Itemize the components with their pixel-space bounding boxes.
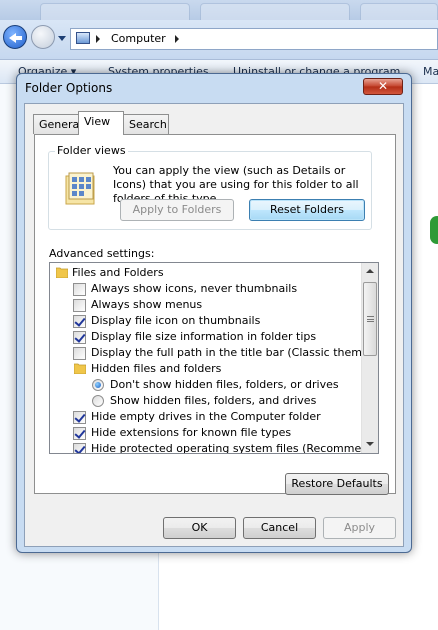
folder-views-label: Folder views (55, 144, 128, 157)
browser-tab-strip (0, 0, 438, 20)
list-item-label: Always show icons, never thumbnails (91, 282, 298, 295)
cancel-button[interactable]: Cancel (243, 517, 316, 539)
list-item-label: Display file size information in folder … (91, 330, 317, 343)
scroll-up-icon[interactable] (362, 263, 378, 280)
hide-protected-files-checkbox[interactable] (73, 443, 86, 453)
reset-folders-button[interactable]: Reset Folders (249, 199, 365, 221)
scroll-down-icon[interactable] (362, 436, 378, 453)
show-hidden-radio[interactable] (92, 395, 104, 407)
advanced-settings-list[interactable]: Files and Folders Always show icons, nev… (49, 262, 379, 454)
background-tab[interactable] (360, 3, 438, 20)
folder-icon (56, 267, 68, 278)
folder-views-group: Folder views You can apply the view (suc… (48, 144, 372, 230)
folder-options-dialog: Folder Options ✕ General View Search Fol… (16, 73, 412, 553)
back-button[interactable] (3, 25, 27, 49)
list-item-label: Hide protected operating system files (R… (91, 442, 379, 454)
background-tab[interactable] (40, 3, 190, 20)
always-show-icons-checkbox[interactable] (73, 283, 86, 296)
tab-search[interactable]: Search (123, 114, 169, 134)
vertical-scrollbar[interactable] (361, 263, 378, 453)
tab-view[interactable]: View (78, 111, 124, 135)
apply-to-folders-button[interactable]: Apply to Folders (120, 199, 234, 221)
always-show-menus-checkbox[interactable] (73, 299, 86, 312)
apply-button[interactable]: Apply (323, 517, 396, 539)
close-button[interactable]: ✕ (363, 78, 403, 95)
display-file-icon-checkbox[interactable] (73, 315, 86, 328)
explorer-navigation-bar: Computer (0, 20, 438, 60)
list-item-label: Files and Folders (72, 266, 164, 279)
dialog-title: Folder Options (25, 81, 113, 95)
more-commands-button[interactable]: Ma (423, 65, 438, 78)
dont-show-hidden-radio[interactable] (92, 379, 104, 391)
restore-defaults-button[interactable]: Restore Defaults (285, 473, 389, 495)
list-item-label: Always show menus (91, 298, 203, 311)
background-tab[interactable] (200, 3, 350, 20)
scrollbar-thumb[interactable] (363, 282, 377, 356)
computer-icon (76, 32, 90, 44)
view-tab-panel: Folder views You can apply the view (suc… (34, 134, 396, 495)
folder-icon (74, 363, 86, 374)
display-full-path-checkbox[interactable] (73, 347, 86, 360)
list-item-label: Display file icon on thumbnails (91, 314, 261, 327)
display-file-size-checkbox[interactable] (73, 331, 86, 344)
chevron-right-icon[interactable] (175, 35, 179, 43)
drive-usage-indicator (430, 216, 438, 244)
recent-pages-dropdown-icon[interactable] (58, 36, 66, 41)
tab-label: General (39, 118, 83, 131)
tab-label: Search (129, 118, 167, 131)
address-bar[interactable]: Computer (70, 28, 438, 50)
folder-views-icon (65, 172, 95, 205)
list-item-label: Show hidden files, folders, and drives (110, 394, 317, 407)
hide-empty-drives-checkbox[interactable] (73, 411, 86, 424)
tab-general[interactable]: General (33, 114, 83, 134)
chevron-right-icon[interactable] (96, 35, 100, 43)
tab-label: View (84, 115, 111, 128)
address-path: Computer (111, 32, 166, 45)
close-icon: ✕ (377, 79, 389, 93)
list-item-label: Hide empty drives in the Computer folder (91, 410, 321, 423)
list-item-label: Display the full path in the title bar (… (91, 346, 379, 359)
list-item-label: Don't show hidden files, folders, or dri… (110, 378, 339, 391)
dialog-body: General View Search Folder views You can… (24, 103, 404, 547)
list-item-label: Hidden files and folders (91, 362, 222, 375)
forward-button[interactable] (31, 25, 55, 49)
advanced-settings-label: Advanced settings: (49, 247, 155, 260)
ok-button[interactable]: OK (163, 517, 236, 539)
list-item-label: Hide extensions for known file types (91, 426, 292, 439)
hide-extensions-checkbox[interactable] (73, 427, 86, 440)
grip-icon (367, 316, 374, 322)
